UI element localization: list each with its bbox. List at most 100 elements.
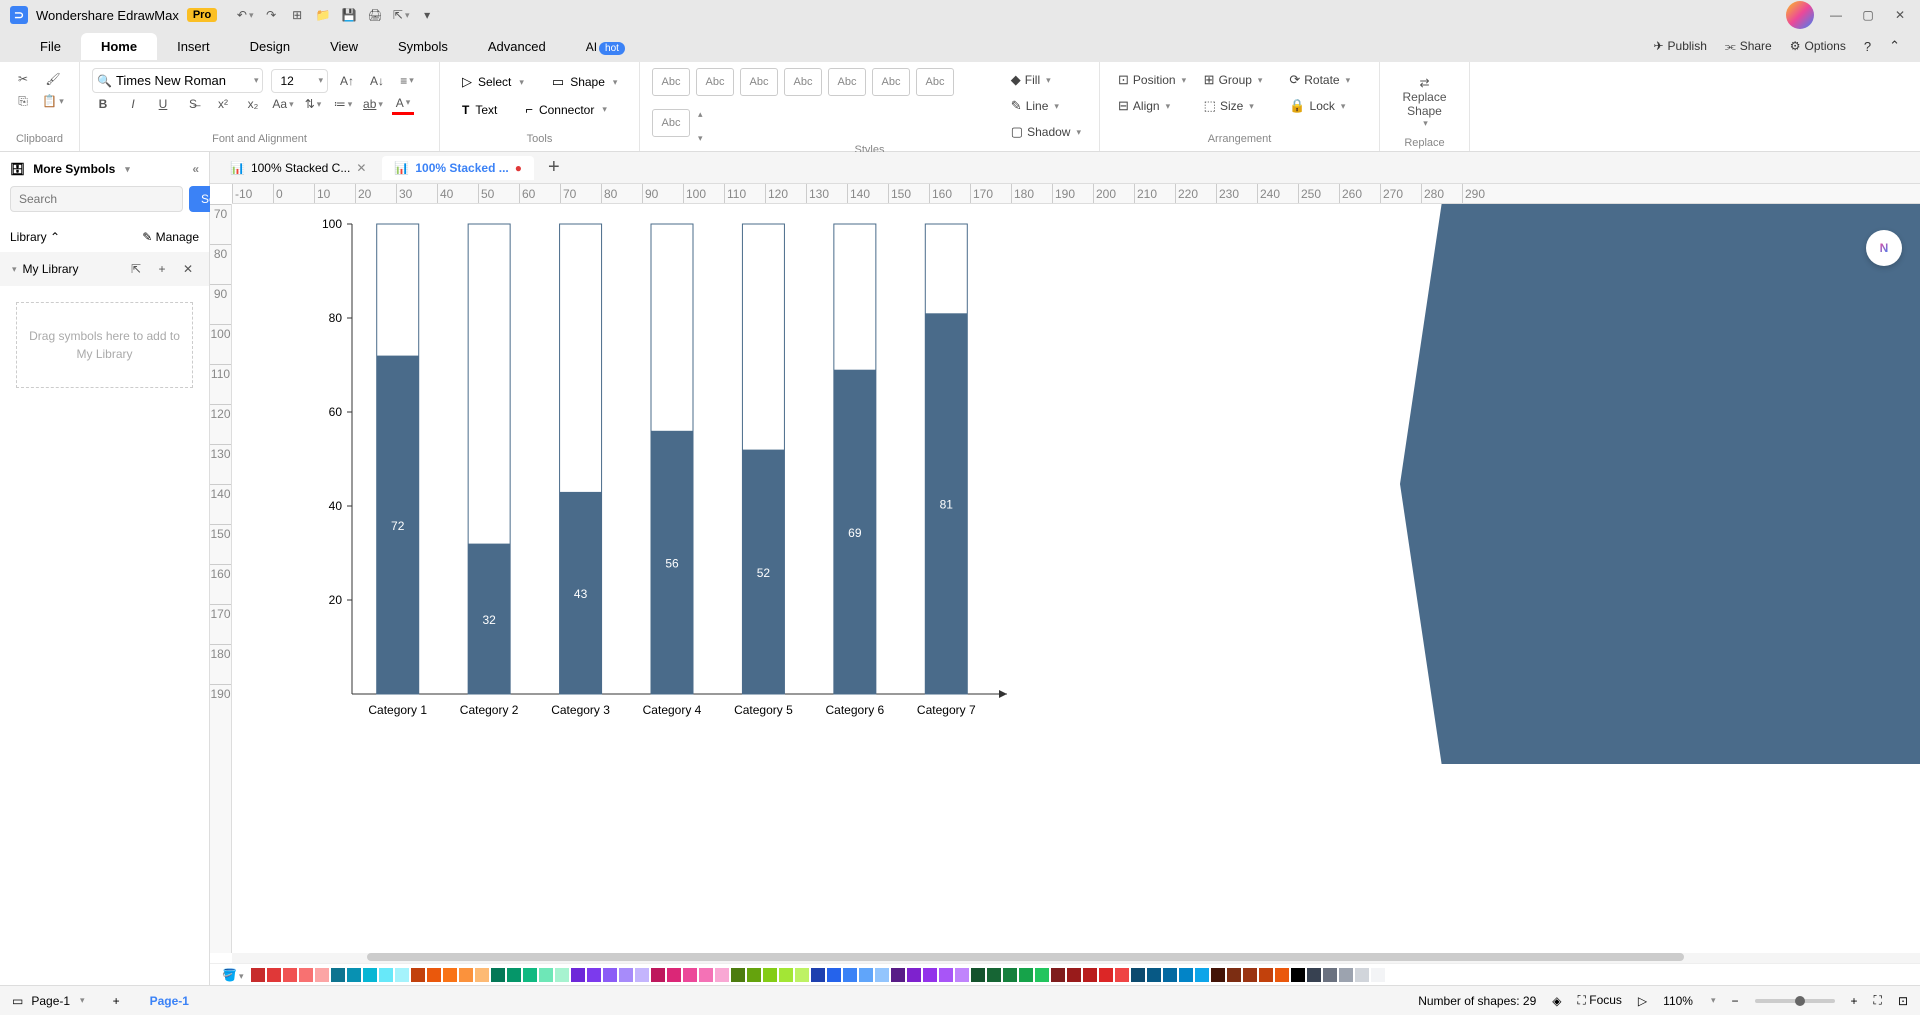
redo-button[interactable]: ↷ — [261, 5, 281, 25]
help-button[interactable]: ? — [1864, 39, 1871, 54]
page-list-icon[interactable]: ▭ — [12, 994, 23, 1008]
library-toggle[interactable]: Library ⌃ — [10, 230, 60, 244]
color-swatch[interactable] — [1323, 968, 1337, 982]
color-swatch[interactable] — [1291, 968, 1305, 982]
doc-tab-1[interactable]: 📊 100% Stacked C... ✕ — [218, 156, 378, 180]
color-swatch[interactable] — [1147, 968, 1161, 982]
color-swatch[interactable] — [1339, 968, 1353, 982]
color-swatch[interactable] — [859, 968, 873, 982]
color-swatch[interactable] — [923, 968, 937, 982]
color-swatch[interactable] — [619, 968, 633, 982]
color-swatch[interactable] — [331, 968, 345, 982]
color-swatch[interactable] — [603, 968, 617, 982]
page-tab[interactable]: Page-1 — [134, 990, 205, 1012]
color-swatch[interactable] — [731, 968, 745, 982]
menu-file[interactable]: File — [20, 33, 81, 60]
color-swatch[interactable] — [1307, 968, 1321, 982]
underline-button[interactable]: U — [152, 93, 174, 115]
zoom-slider[interactable] — [1755, 999, 1835, 1003]
color-swatch[interactable] — [779, 968, 793, 982]
color-swatch[interactable] — [1131, 968, 1145, 982]
minimize-button[interactable]: — — [1826, 5, 1846, 25]
decorative-arrow-shape[interactable] — [1400, 204, 1920, 764]
color-swatch[interactable] — [939, 968, 953, 982]
font-color-button[interactable]: A▾ — [392, 93, 414, 115]
collapse-sidebar-button[interactable]: « — [192, 162, 199, 176]
color-swatch[interactable] — [507, 968, 521, 982]
collapse-ribbon-button[interactable]: ⌃ — [1889, 38, 1900, 54]
color-swatch[interactable] — [667, 968, 681, 982]
menu-symbols[interactable]: Symbols — [378, 33, 468, 60]
color-swatch[interactable] — [347, 968, 361, 982]
style-up[interactable]: ▴ — [698, 109, 703, 120]
size-button[interactable]: ⬚ Size▾ — [1198, 94, 1282, 118]
paste-button[interactable]: 📋▾ — [42, 90, 64, 112]
open-button[interactable]: 📁 — [313, 5, 333, 25]
share-button[interactable]: ⫘Share — [1725, 39, 1772, 54]
print-button[interactable]: 🖨 — [365, 5, 385, 25]
menu-view[interactable]: View — [310, 33, 378, 60]
color-swatch[interactable] — [587, 968, 601, 982]
shape-tool[interactable]: ▭ Shape▾ — [542, 68, 628, 96]
fit-page-button[interactable]: ⛶ — [1874, 993, 1882, 1008]
align-button[interactable]: ⊟ Align▾ — [1112, 94, 1196, 118]
color-swatch[interactable] — [1243, 968, 1257, 982]
color-swatch[interactable] — [1355, 968, 1369, 982]
style-preset[interactable]: Abc — [784, 68, 822, 96]
color-swatch[interactable] — [363, 968, 377, 982]
cut-button[interactable]: ✂ — [12, 68, 34, 90]
play-button[interactable]: ▷ — [1638, 994, 1647, 1008]
add-page-button[interactable]: + — [113, 994, 120, 1008]
maximize-button[interactable]: ▢ — [1858, 5, 1878, 25]
color-swatch[interactable] — [827, 968, 841, 982]
menu-design[interactable]: Design — [230, 33, 310, 60]
chevron-down-icon[interactable]: ▾ — [12, 264, 17, 275]
menu-advanced[interactable]: Advanced — [468, 33, 566, 60]
position-button[interactable]: ⊡ Position▾ — [1112, 68, 1196, 92]
subscript-button[interactable]: x₂ — [242, 93, 264, 115]
color-swatch[interactable] — [459, 968, 473, 982]
menu-ai[interactable]: AIhot — [566, 33, 645, 60]
line-spacing-button[interactable]: ⇅▾ — [302, 93, 324, 115]
connector-tool[interactable]: ⌐ Connector▾ — [515, 96, 617, 123]
select-tool[interactable]: ▷ Select▾ — [452, 68, 534, 96]
color-swatch[interactable] — [635, 968, 649, 982]
color-swatch[interactable] — [763, 968, 777, 982]
style-preset[interactable]: Abc — [872, 68, 910, 96]
style-preset[interactable]: Abc — [696, 68, 734, 96]
style-preset[interactable]: Abc — [740, 68, 778, 96]
publish-button[interactable]: ✈Publish — [1653, 39, 1706, 53]
color-swatch[interactable] — [651, 968, 665, 982]
color-swatch[interactable] — [811, 968, 825, 982]
style-preset[interactable]: Abc — [828, 68, 866, 96]
fill-bucket-icon[interactable]: 🪣▾ — [222, 968, 243, 982]
color-swatch[interactable] — [699, 968, 713, 982]
lock-button[interactable]: 🔒 Lock▾ — [1283, 94, 1367, 118]
color-swatch[interactable] — [411, 968, 425, 982]
more-quickaccess[interactable]: ▾ — [417, 5, 437, 25]
fill-button[interactable]: ◆ Fill▾ — [1005, 68, 1087, 92]
save-button[interactable]: 💾 — [339, 5, 359, 25]
copy-button[interactable]: ⎘ — [12, 90, 34, 112]
increase-font-button[interactable]: A↑ — [336, 70, 358, 92]
horizontal-scrollbar[interactable] — [232, 953, 1920, 963]
font-family-select[interactable] — [112, 69, 252, 92]
new-button[interactable]: ⊞ — [287, 5, 307, 25]
user-avatar[interactable] — [1786, 1, 1814, 29]
color-swatch[interactable] — [795, 968, 809, 982]
export-lib-button[interactable]: ⇱ — [125, 258, 147, 280]
color-swatch[interactable] — [1019, 968, 1033, 982]
color-swatch[interactable] — [1227, 968, 1241, 982]
color-swatch[interactable] — [715, 968, 729, 982]
line-button[interactable]: ✎ Line▾ — [1005, 94, 1087, 118]
doc-tab-2[interactable]: 📊 100% Stacked ... ● — [382, 156, 534, 180]
color-swatch[interactable] — [1259, 968, 1273, 982]
color-swatch[interactable] — [1163, 968, 1177, 982]
color-swatch[interactable] — [395, 968, 409, 982]
font-size-select[interactable] — [276, 70, 316, 92]
symbol-search-input[interactable] — [10, 186, 183, 212]
options-button[interactable]: ⚙Options — [1790, 39, 1846, 53]
export-button[interactable]: ⇱▾ — [391, 5, 411, 25]
color-swatch[interactable] — [1083, 968, 1097, 982]
layers-icon[interactable]: ◈ — [1552, 994, 1561, 1008]
